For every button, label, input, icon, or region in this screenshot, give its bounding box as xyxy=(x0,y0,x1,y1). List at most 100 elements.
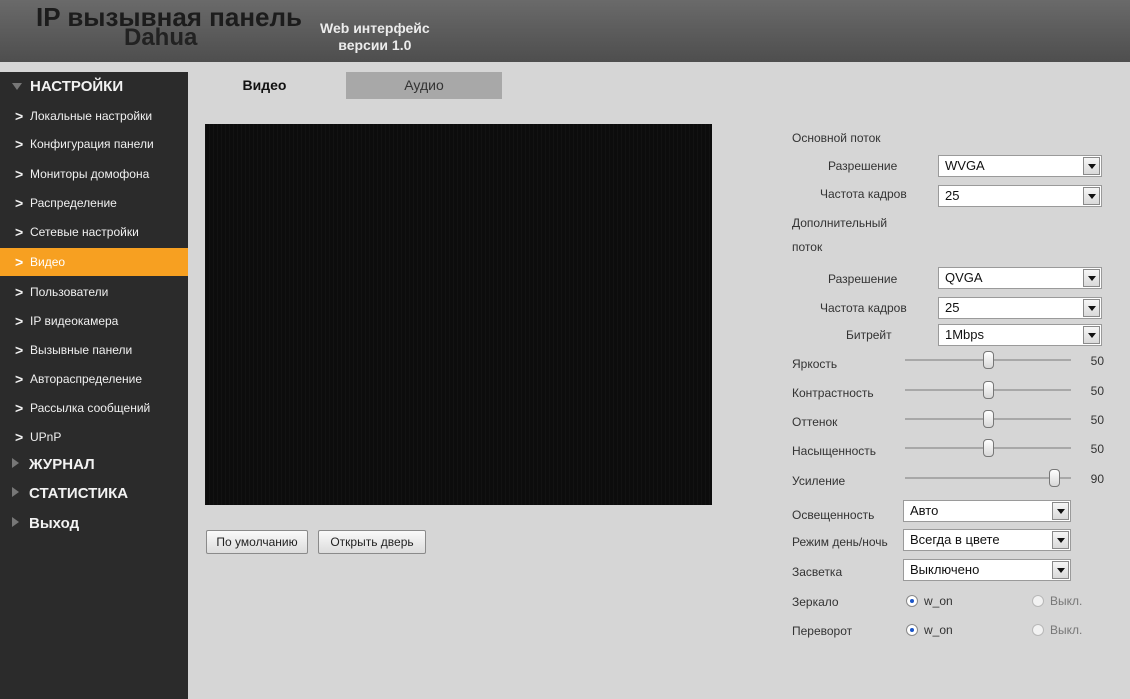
slider-thumb[interactable] xyxy=(983,410,994,428)
sidebar-section-label: Выход xyxy=(29,515,80,532)
contrast-slider[interactable] xyxy=(905,380,1071,400)
daynight-value: Всегда в цвете xyxy=(910,532,1000,547)
flip-on-label: w_on xyxy=(924,623,953,637)
slider-thumb[interactable] xyxy=(983,351,994,369)
bitrate-select[interactable]: 1Mbps xyxy=(938,324,1102,346)
video-preview xyxy=(205,124,712,505)
saturation-slider[interactable] xyxy=(905,438,1071,458)
sub-stream-title-cont: поток xyxy=(792,240,823,254)
chevron-right-icon: > xyxy=(15,195,24,211)
web-interface-version: Web интерфейс версии 1.0 xyxy=(320,20,430,54)
illumination-label: Освещенность xyxy=(792,508,875,522)
hue-label: Оттенок xyxy=(792,415,838,429)
sidebar-item-label: Мониторы домофона xyxy=(30,167,150,181)
mirror-label: Зеркало xyxy=(792,595,839,609)
bitrate-label: Битрейт xyxy=(846,328,892,342)
hue-value: 50 xyxy=(1090,413,1104,427)
main-resolution-select[interactable]: WVGA xyxy=(938,155,1102,177)
backlight-label: Засветка xyxy=(792,565,843,579)
sub-resolution-value: QVGA xyxy=(945,270,983,285)
web-interface-label: Web интерфейс xyxy=(320,20,430,36)
sidebar-item-ip-camera[interactable]: > IP видеокамера xyxy=(0,307,188,335)
sidebar-item-intercom-monitors[interactable]: > Мониторы домофона xyxy=(0,160,188,188)
default-button[interactable]: По умолчанию xyxy=(206,530,308,554)
sidebar-item-distribution[interactable]: > Распределение xyxy=(0,189,188,217)
version-label: версии 1.0 xyxy=(338,37,412,53)
sidebar-section-exit[interactable]: Выход xyxy=(0,511,188,537)
illumination-value: Авто xyxy=(910,503,939,518)
flip-off-label: Выкл. xyxy=(1050,623,1083,637)
slider-thumb[interactable] xyxy=(1049,469,1061,487)
dropdown-arrow-icon xyxy=(1083,299,1100,317)
chevron-right-icon: > xyxy=(15,224,24,240)
dropdown-arrow-icon xyxy=(1083,269,1100,287)
gain-slider[interactable] xyxy=(905,468,1071,488)
sidebar-item-local-settings[interactable]: > Локальные настройки xyxy=(0,102,188,130)
chevron-right-icon: > xyxy=(15,371,24,387)
main-resolution-value: WVGA xyxy=(945,158,985,173)
chevron-right-icon: > xyxy=(15,136,24,152)
sidebar-item-label: Рассылка сообщений xyxy=(30,401,151,415)
bitrate-value: 1Mbps xyxy=(945,327,985,342)
contrast-label: Контрастность xyxy=(792,386,874,400)
flip-label: Переворот xyxy=(792,624,853,638)
flip-off-radio[interactable] xyxy=(1032,624,1044,636)
chevron-right-icon: > xyxy=(15,429,24,445)
dropdown-arrow-icon xyxy=(1052,502,1069,520)
sidebar-item-label: IP видеокамера xyxy=(30,314,119,328)
expand-arrow-icon xyxy=(12,517,19,527)
collapse-arrow-icon xyxy=(12,83,22,90)
backlight-value: Выключено xyxy=(910,562,980,577)
mirror-on-label: w_on xyxy=(924,594,953,608)
dropdown-arrow-icon xyxy=(1083,187,1100,205)
sub-resolution-select[interactable]: QVGA xyxy=(938,267,1102,289)
sidebar-section-label: СТАТИСТИКА xyxy=(29,485,129,502)
gain-label: Усиление xyxy=(792,474,846,488)
chevron-right-icon: > xyxy=(15,108,24,124)
backlight-select[interactable]: Выключено xyxy=(903,559,1071,581)
flip-on-radio[interactable] xyxy=(906,624,918,636)
slider-thumb[interactable] xyxy=(983,381,994,399)
sidebar-item-label: Сетевые настройки xyxy=(30,225,139,239)
sidebar-section-label: НАСТРОЙКИ xyxy=(30,78,124,95)
sidebar-item-users[interactable]: > Пользователи xyxy=(0,278,188,306)
sidebar-section-statistics[interactable]: СТАТИСТИКА xyxy=(0,481,188,507)
sidebar-item-upnp[interactable]: > UPnP xyxy=(0,423,188,451)
open-door-button[interactable]: Открыть дверь xyxy=(318,530,426,554)
brightness-value: 50 xyxy=(1090,354,1104,368)
chevron-right-icon: > xyxy=(15,313,24,329)
sidebar-item-video[interactable]: > Видео xyxy=(0,248,188,276)
illumination-select[interactable]: Авто xyxy=(903,500,1071,522)
sidebar-section-settings[interactable]: НАСТРОЙКИ xyxy=(0,74,188,100)
main-framerate-label: Частота кадров xyxy=(820,187,907,201)
gain-value: 90 xyxy=(1090,472,1104,486)
brightness-label: Яркость xyxy=(792,357,838,371)
tab-audio[interactable]: Аудио xyxy=(346,72,502,99)
dropdown-arrow-icon xyxy=(1052,561,1069,579)
daynight-select[interactable]: Всегда в цвете xyxy=(903,529,1071,551)
slider-thumb[interactable] xyxy=(983,439,994,457)
sidebar-item-auto-distribution[interactable]: > Автораспределение xyxy=(0,365,188,393)
mirror-off-label: Выкл. xyxy=(1050,594,1083,608)
sub-framerate-select[interactable]: 25 xyxy=(938,297,1102,319)
app-header: IP вызывная панель Dahua Web интерфейс в… xyxy=(0,0,1130,62)
sidebar-item-label: Пользователи xyxy=(30,285,109,299)
sidebar-item-label: Автораспределение xyxy=(30,372,143,386)
mirror-off-radio[interactable] xyxy=(1032,595,1044,607)
contrast-value: 50 xyxy=(1090,384,1104,398)
sidebar-section-journal[interactable]: ЖУРНАЛ xyxy=(0,452,188,478)
brightness-slider[interactable] xyxy=(905,350,1071,370)
hue-slider[interactable] xyxy=(905,409,1071,429)
sub-resolution-label: Разрешение xyxy=(828,272,898,286)
sidebar-item-network-settings[interactable]: > Сетевые настройки xyxy=(0,218,188,246)
sidebar-item-call-panels[interactable]: > Вызывные панели xyxy=(0,336,188,364)
sidebar-item-label: Локальные настройки xyxy=(30,109,153,123)
daynight-label: Режим день/ночь xyxy=(792,535,888,549)
tab-video[interactable]: Видео xyxy=(188,72,341,99)
sidebar-item-message-broadcast[interactable]: > Рассылка сообщений xyxy=(0,394,188,422)
sidebar-item-label: Вызывные панели xyxy=(30,343,133,357)
main-framerate-select[interactable]: 25 xyxy=(938,185,1102,207)
sidebar-item-panel-config[interactable]: > Конфигурация панели xyxy=(0,130,188,158)
mirror-on-radio[interactable] xyxy=(906,595,918,607)
sidebar: НАСТРОЙКИ > Локальные настройки > Конфигур… xyxy=(0,72,188,699)
